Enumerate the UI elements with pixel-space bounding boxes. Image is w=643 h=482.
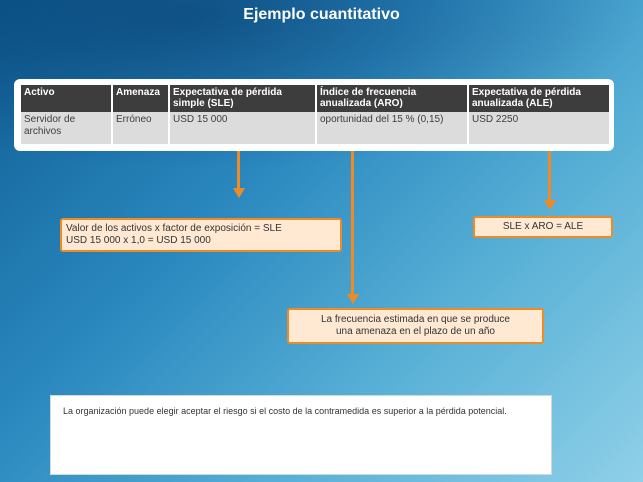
header-amenaza: Amenaza	[113, 85, 168, 112]
header-aro: Índice de frecuencia anualizada (ARO)	[317, 85, 467, 112]
aro-arrow-head	[346, 294, 359, 304]
ale-arrow-head	[543, 200, 556, 210]
cell-sle: USD 15 000	[170, 112, 315, 144]
table-header-row: Activo Amenaza Expectativa de pérdida si…	[21, 85, 609, 112]
sle-formula-line2: USD 15 000 x 1,0 = USD 15 000	[66, 235, 211, 246]
sle-arrow-line	[237, 151, 240, 189]
aro-definition-line1: La frecuencia estimada en que se produce	[320, 314, 510, 325]
header-activo: Activo	[21, 85, 111, 112]
table-row: Servidor de archivos Erróneo USD 15 000 …	[21, 112, 609, 144]
cell-activo: Servidor de archivos	[21, 112, 111, 144]
sle-formula-line1: Valor de los activos x factor de exposic…	[66, 223, 282, 234]
header-ale: Expectativa de pérdida anualizada (ALE)	[469, 85, 609, 112]
ale-formula-callout: SLE x ARO = ALE	[473, 216, 613, 238]
cell-aro: oportunidad del 15 % (0,15)	[317, 112, 467, 144]
ale-formula-text: SLE x ARO = ALE	[502, 221, 584, 232]
aro-arrow-line	[351, 151, 354, 295]
cell-ale: USD 2250	[469, 112, 609, 144]
sle-arrow-head	[232, 188, 245, 198]
risk-acceptance-note: La organización puede elegir aceptar el …	[50, 395, 552, 475]
ale-arrow-line	[548, 151, 551, 201]
quantitative-table: Activo Amenaza Expectativa de pérdida si…	[19, 85, 611, 144]
page-title: Ejemplo cuantitativo	[243, 6, 400, 23]
aro-definition-line2: una amenaza en el plazo de un año	[335, 326, 495, 337]
sle-formula-callout: Valor de los activos x factor de exposic…	[60, 218, 342, 252]
quantitative-table-card: Activo Amenaza Expectativa de pérdida si…	[14, 79, 614, 151]
header-sle: Expectativa de pérdida simple (SLE)	[170, 85, 315, 112]
cell-amenaza: Erróneo	[113, 112, 168, 144]
aro-definition-callout: La frecuencia estimada en que se produce…	[287, 308, 544, 344]
